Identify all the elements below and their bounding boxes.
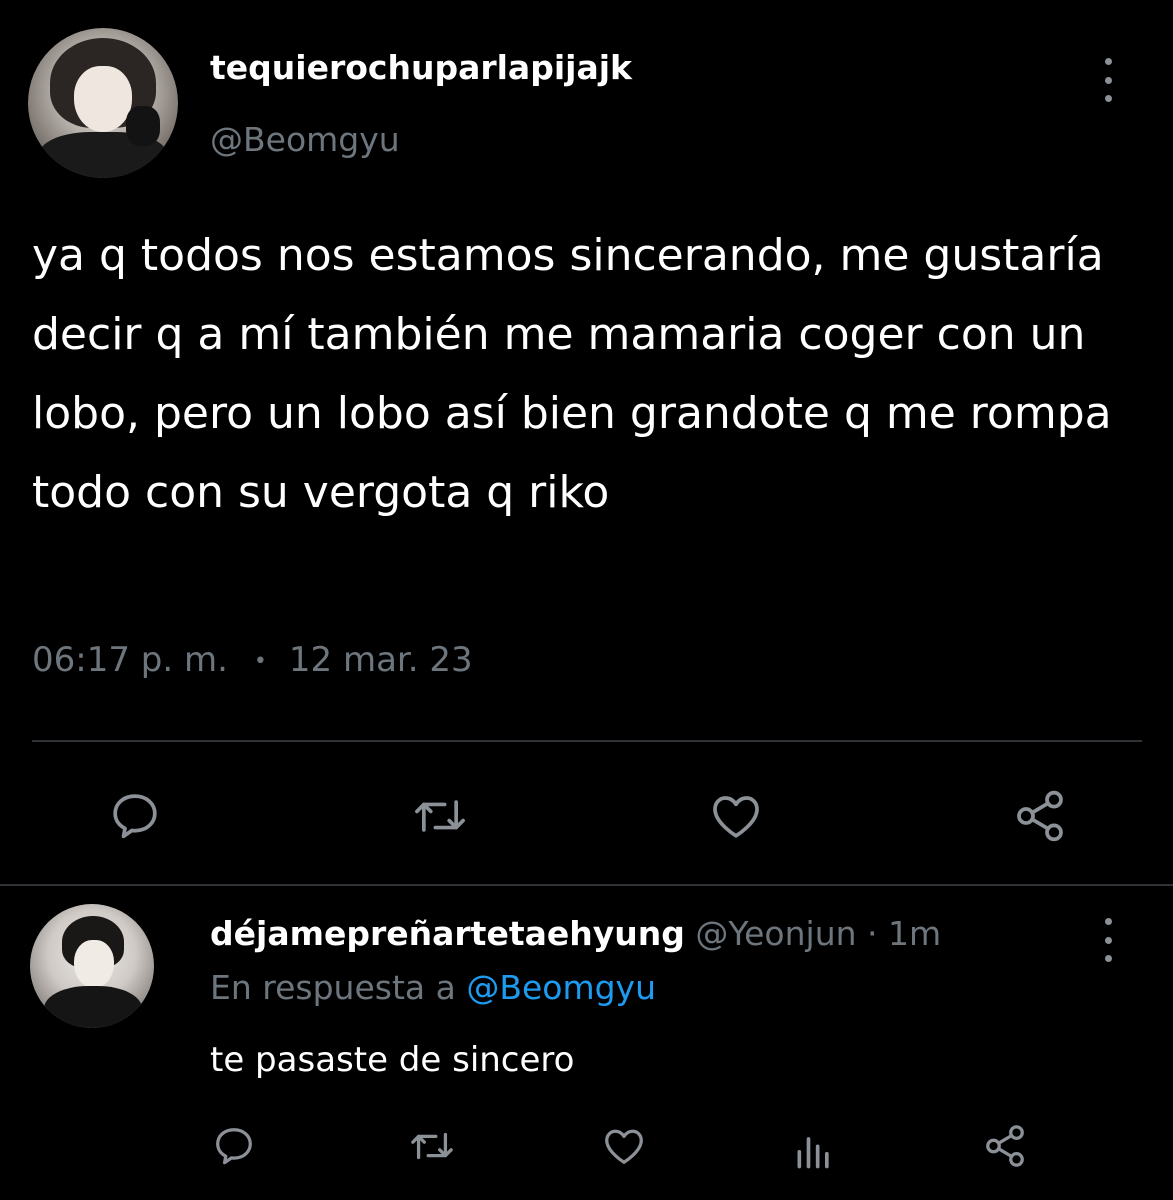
reply-dot: ·: [867, 914, 878, 953]
retweet-icon: [415, 800, 465, 832]
tweet-time: 06:17 p. m.: [32, 640, 228, 680]
reply-icon: [216, 1128, 252, 1165]
reply-age: 1m: [888, 914, 942, 953]
reply-author-handle[interactable]: @Yeonjun: [695, 914, 856, 953]
section-divider: [0, 884, 1173, 886]
author-avatar[interactable]: [28, 28, 178, 178]
like-icon: [713, 796, 759, 838]
author-handle[interactable]: @Beomgyu: [210, 120, 400, 159]
reply-header: déjamepreñartetaehyung @Yeonjun · 1m: [210, 914, 941, 953]
tweet-text: ya q todos nos estamos sincerando, me gu…: [32, 230, 1112, 518]
avatar-face: [74, 66, 132, 132]
reply-analytics-button[interactable]: [786, 1122, 842, 1178]
reply-like-button[interactable]: [596, 1118, 652, 1174]
share-button[interactable]: [1008, 784, 1072, 848]
reply-reply-button[interactable]: [206, 1118, 262, 1174]
author-display-name[interactable]: tequierochuparlapijajk: [210, 48, 632, 87]
divider: [32, 740, 1142, 742]
reply-author-avatar[interactable]: [30, 904, 154, 1028]
more-options-icon[interactable]: [1103, 58, 1113, 102]
avatar-hoodie: [44, 986, 142, 1028]
reply-retweet-button[interactable]: [404, 1118, 460, 1174]
meta-separator: •: [253, 649, 267, 674]
replying-to: En respuesta a @Beomgyu: [210, 968, 656, 1007]
replying-to-label: En respuesta a: [210, 968, 456, 1007]
avatar-face: [74, 940, 114, 988]
tweet-timestamp: 06:17 p. m. • 12 mar. 23: [32, 640, 473, 680]
retweet-button[interactable]: [408, 784, 472, 848]
reply-text: te pasaste de sincero: [210, 1040, 575, 1080]
share-icon: [986, 1125, 1024, 1167]
reply-author-name[interactable]: déjamepreñartetaehyung: [210, 914, 685, 953]
reply-button[interactable]: [103, 784, 167, 848]
reply-more-options-icon[interactable]: [1103, 918, 1113, 962]
analytics-icon: [797, 1137, 829, 1169]
like-button[interactable]: [704, 784, 768, 848]
retweet-icon: [411, 1132, 453, 1160]
avatar-glove: [126, 106, 160, 146]
reply-share-button[interactable]: [977, 1118, 1033, 1174]
share-icon: [1017, 790, 1063, 842]
like-icon: [605, 1129, 643, 1164]
reply-icon: [113, 794, 157, 839]
replying-to-mention[interactable]: @Beomgyu: [466, 968, 656, 1007]
tweet-date: 12 mar. 23: [288, 640, 473, 680]
